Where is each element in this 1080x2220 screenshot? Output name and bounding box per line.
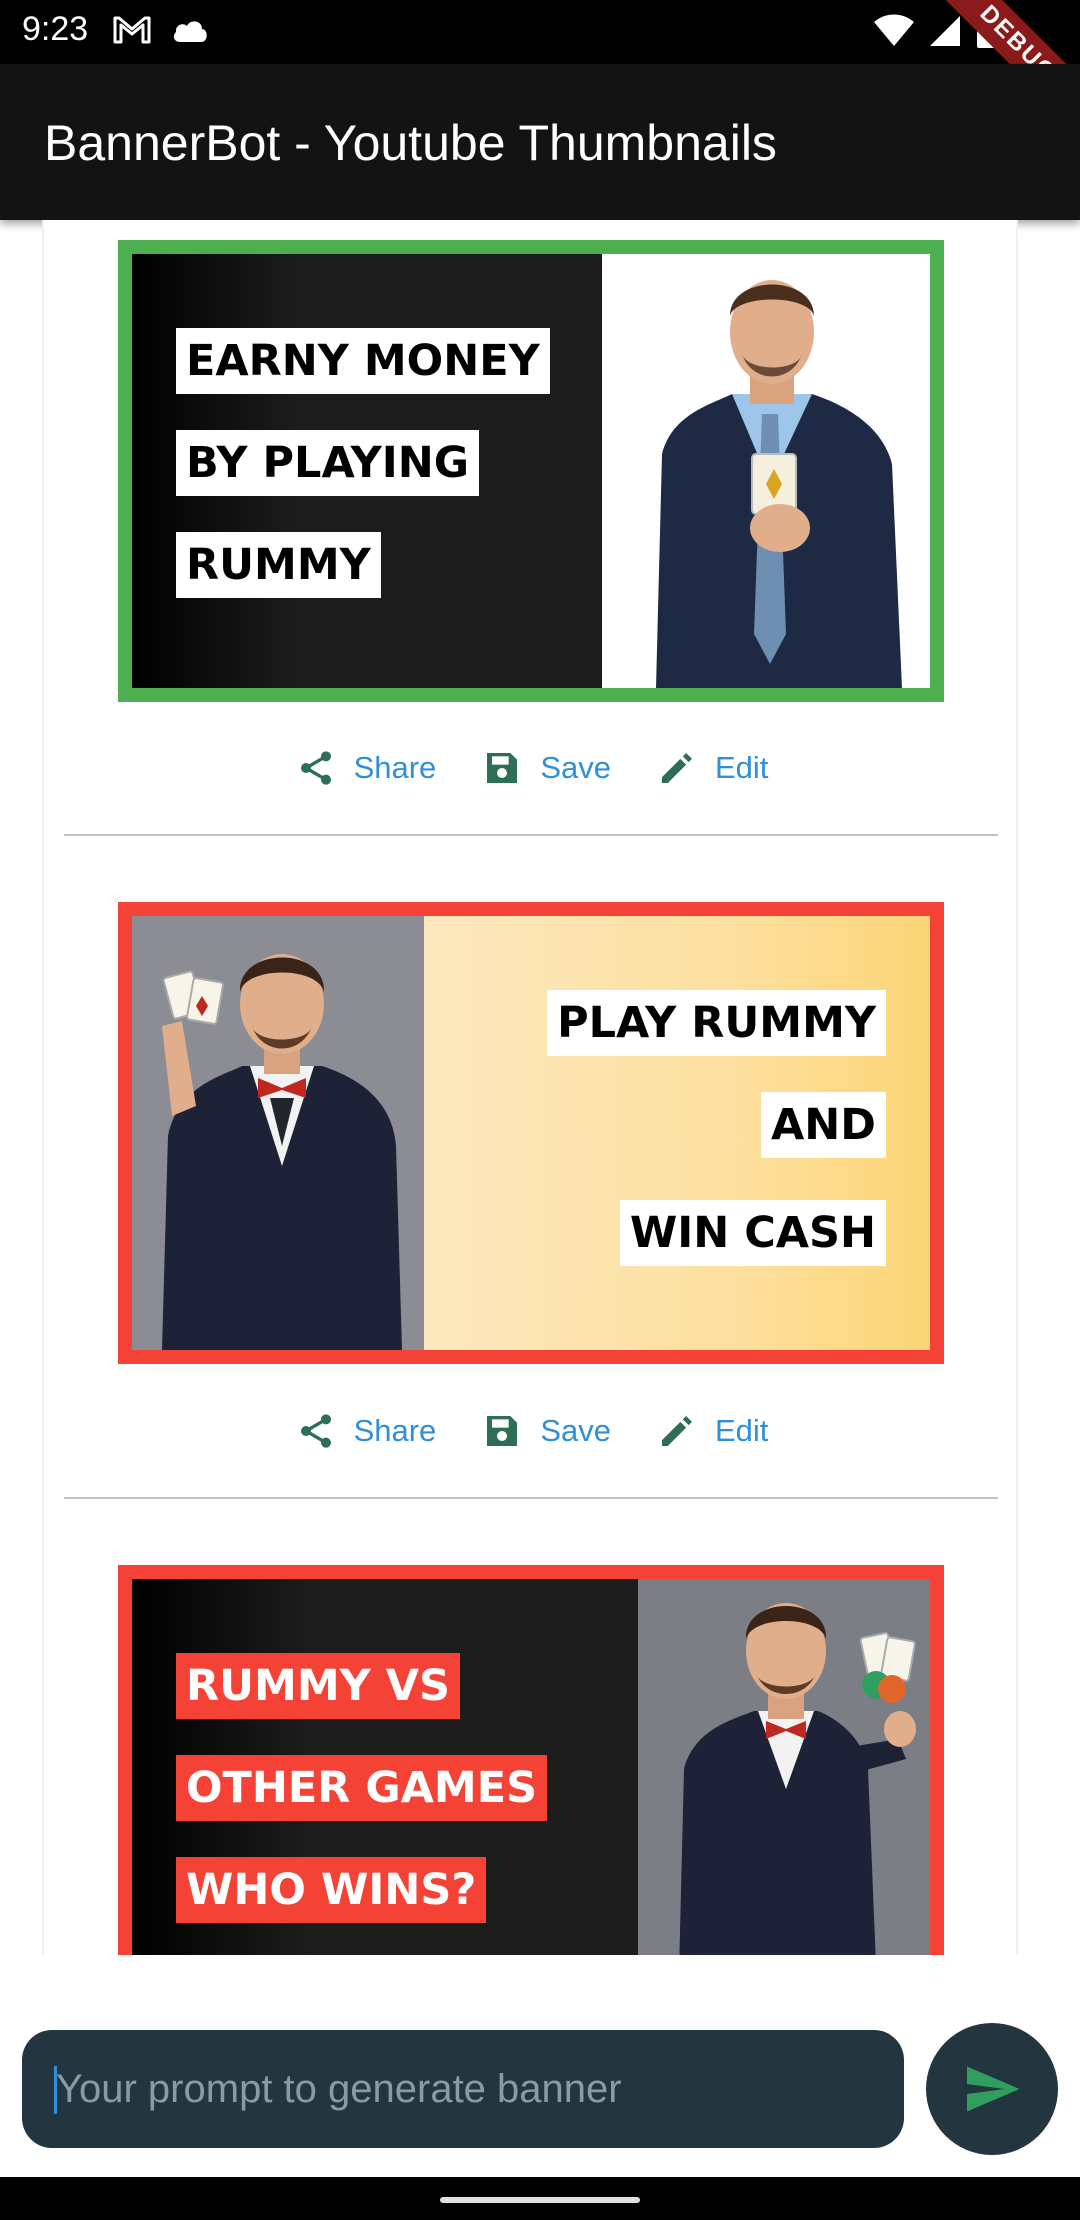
banner-line: WHO WINS? <box>176 1857 487 1923</box>
banner-actions: Share Save Edit <box>44 738 1016 798</box>
navigation-bar <box>0 2177 1080 2220</box>
share-icon <box>300 1414 331 1448</box>
text-caret <box>54 2066 57 2114</box>
banner-line: WIN CASH <box>619 1200 886 1266</box>
app-title: BannerBot - Youtube Thumbnails <box>44 115 777 171</box>
banner-line: AND <box>761 1092 886 1158</box>
man-with-cards-and-bowtie-image <box>132 916 424 1350</box>
prompt-input[interactable] <box>22 2030 904 2148</box>
share-label: Share <box>353 1413 437 1448</box>
edit-icon <box>661 753 692 783</box>
wifi-icon <box>874 14 914 46</box>
man-holding-cards-and-chips-image <box>638 1579 930 1955</box>
share-button[interactable]: Share <box>296 1411 437 1451</box>
gmail-icon <box>113 16 151 44</box>
banner-text-panel: EARNY MONEY BY PLAYING RUMMY <box>132 254 602 688</box>
banner-line: RUMMY <box>176 532 381 598</box>
banner-line: OTHER GAMES <box>176 1755 548 1821</box>
edit-button[interactable]: Edit <box>657 1411 768 1451</box>
save-button[interactable]: Save <box>482 1411 611 1451</box>
banner-card-2[interactable]: PLAY RUMMY AND WIN CASH <box>118 902 944 1364</box>
banner-line: RUMMY VS <box>176 1653 460 1719</box>
edit-button[interactable]: Edit <box>657 748 768 788</box>
edit-icon <box>661 1416 692 1446</box>
banner-card-3[interactable]: RUMMY VS OTHER GAMES WHO WINS? <box>118 1565 944 1955</box>
edit-label: Edit <box>714 1413 769 1448</box>
banner-actions: Share Save Edit <box>44 1401 1016 1461</box>
save-icon <box>487 1416 518 1446</box>
share-button[interactable]: Share <box>296 748 437 788</box>
banner-line: EARNY MONEY <box>176 328 550 394</box>
thumbnail-list[interactable]: EARNY MONEY BY PLAYING RUMMY Share Save … <box>42 220 1018 1955</box>
app-bar: BannerBot - Youtube Thumbnails <box>0 64 1080 220</box>
prompt-bar <box>0 1955 1080 2177</box>
share-icon <box>300 751 331 785</box>
man-holding-ace-card-image <box>602 254 930 688</box>
banner-text-panel: RUMMY VS OTHER GAMES WHO WINS? <box>132 1579 638 1955</box>
banner-line: PLAY RUMMY <box>547 990 886 1056</box>
divider <box>64 834 998 836</box>
save-label: Save <box>540 750 611 785</box>
send-button[interactable] <box>926 2023 1058 2155</box>
banner-text-panel: PLAY RUMMY AND WIN CASH <box>424 916 930 1350</box>
cloud-icon <box>173 21 207 42</box>
signal-icon <box>930 16 960 46</box>
divider <box>64 1497 998 1499</box>
banner-line: BY PLAYING <box>176 430 480 496</box>
save-label: Save <box>540 1413 611 1448</box>
banner-card-1[interactable]: EARNY MONEY BY PLAYING RUMMY <box>118 240 944 702</box>
home-gesture-handle[interactable] <box>440 2197 640 2203</box>
send-icon <box>967 2066 1020 2112</box>
status-bar: 9:23 DEBUG <box>0 0 1080 64</box>
share-label: Share <box>353 750 437 785</box>
save-icon <box>487 753 518 783</box>
edit-label: Edit <box>714 750 769 785</box>
status-time: 9:23 <box>22 10 89 48</box>
save-button[interactable]: Save <box>482 748 611 788</box>
